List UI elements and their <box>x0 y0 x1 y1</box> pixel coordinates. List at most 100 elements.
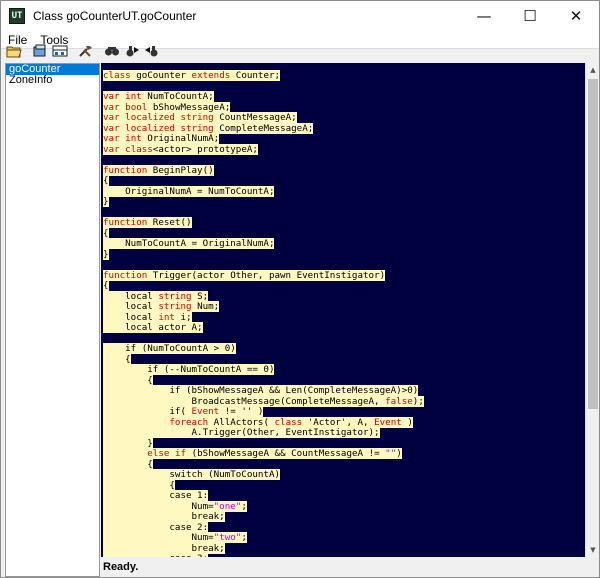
code-string: "" <box>385 448 397 459</box>
minimize-button[interactable]: — <box>461 1 507 31</box>
maximize-button[interactable]: ☐ <box>507 1 553 31</box>
code-token: Reset() <box>147 217 192 228</box>
close-button[interactable]: ✕ <box>553 1 599 31</box>
code-token: AllActors( <box>208 416 275 428</box>
code-keyword: string <box>180 122 214 134</box>
code-token: BroadcastMessage(CompleteMessageA, <box>103 395 386 407</box>
code-keyword: string <box>158 290 192 302</box>
code-keyword: function <box>103 269 148 281</box>
code-token: { <box>103 227 109 239</box>
find-button[interactable] <box>103 42 121 60</box>
find-prev-button[interactable] <box>143 42 161 60</box>
toolbar <box>1 41 599 61</box>
code-keyword: var <box>103 122 120 134</box>
code-keyword: localized <box>125 122 175 134</box>
scroll-down-icon[interactable]: ▼ <box>586 543 600 557</box>
code-token: Num= <box>103 532 214 543</box>
status-bar: Ready. <box>103 561 139 573</box>
code-editor[interactable]: class goCounter extends Counter; var int … <box>101 63 585 557</box>
code-token: OriginalNumA; <box>141 133 220 144</box>
code-keyword: var <box>103 143 120 155</box>
code-keyword: foreach <box>169 416 209 428</box>
code-token: <actor> prototypeA; <box>152 143 258 155</box>
app-icon: UT <box>9 8 25 24</box>
code-token: if (--NumToCountA == 0) <box>103 364 275 375</box>
code-keyword: function <box>103 164 148 176</box>
title-bar[interactable]: UT Class goCounterUT.goCounter — ☐ ✕ <box>1 1 599 31</box>
code-keyword: var <box>103 112 120 123</box>
code-token: CountMessageA; <box>213 112 297 123</box>
code-token: ) <box>396 448 402 459</box>
code-token: ) <box>401 416 413 428</box>
browse-classes-button[interactable] <box>51 42 69 60</box>
code-line: function Reset() <box>103 217 424 229</box>
code-line: if (NumToCountA > 0) <box>103 343 424 355</box>
code-text: class goCounter extends Counter; var int … <box>103 70 424 557</box>
code-keyword: int <box>125 133 142 144</box>
code-keyword: class <box>125 143 153 155</box>
find-next-button[interactable] <box>123 42 141 60</box>
code-token: bShowMessageA; <box>147 101 231 113</box>
code-token: A.Trigger(Other, EventInstigator); <box>103 427 380 438</box>
code-keyword: localized <box>125 112 175 123</box>
code-keyword: class <box>103 70 131 81</box>
code-string: "one" <box>213 500 242 512</box>
code-keyword: Event <box>191 406 220 417</box>
code-token: local <box>103 290 159 302</box>
code-keyword: false <box>385 395 413 407</box>
code-token: Trigger(actor Other, pawn EventInstigato… <box>147 269 386 281</box>
code-token: NumToCountA; <box>141 91 214 102</box>
code-token: { <box>103 458 153 470</box>
scroll-up-icon[interactable]: ▲ <box>586 63 600 77</box>
code-token: BeginPlay() <box>147 164 214 176</box>
code-token: ); <box>412 395 424 407</box>
code-line: } <box>103 248 424 261</box>
code-token: Num= <box>103 500 214 512</box>
code-token: { <box>103 374 153 386</box>
browse-classes-icon <box>52 45 68 57</box>
code-line: NumToCountA = OriginalNumA; <box>103 238 424 250</box>
code-line: var class<actor> prototypeA; <box>103 143 424 156</box>
find-prev-icon <box>145 46 158 57</box>
find-next-icon <box>126 46 139 57</box>
code-keyword: Event <box>374 416 402 428</box>
tools-icon <box>79 46 92 57</box>
tree-item-zoneinfo[interactable]: ZoneInfo <box>6 75 99 86</box>
code-keyword: if <box>174 448 187 459</box>
code-keyword: string <box>180 112 214 123</box>
code-token: 'Actor', A, <box>302 416 375 428</box>
code-token: OriginalNumA = NumToCountA; <box>103 185 275 197</box>
tools-button[interactable] <box>77 42 95 60</box>
code-keyword: int <box>158 311 175 323</box>
code-token: ; <box>241 532 247 543</box>
code-token: != '' ) <box>219 406 264 417</box>
code-keyword: class <box>274 416 303 428</box>
code-token: } <box>103 437 153 449</box>
code-token: { <box>103 479 175 491</box>
code-token: Num; <box>191 301 220 312</box>
code-token: CompleteMessageA; <box>213 122 314 134</box>
compile-button[interactable] <box>31 42 49 60</box>
code-token: local actor A; <box>103 322 203 333</box>
code-line: function Trigger(actor Other, pawn Event… <box>103 269 424 282</box>
vertical-scrollbar[interactable]: ▲ ▼ <box>585 63 599 557</box>
class-tree[interactable]: goCounter ZoneInfo <box>5 63 100 577</box>
code-token: local <box>103 311 159 323</box>
code-token: break; <box>103 542 225 554</box>
code-keyword: int <box>125 91 142 102</box>
code-token: { <box>103 353 131 365</box>
code-keyword: else <box>147 448 170 459</box>
code-token: S; <box>191 290 209 302</box>
code-token: } <box>103 248 109 260</box>
code-token: i; <box>174 311 192 323</box>
open-button[interactable] <box>5 42 23 60</box>
scrollbar-thumb[interactable] <box>588 79 598 409</box>
code-token: if (NumToCountA > 0) <box>103 343 236 354</box>
code-keyword: var <box>103 101 120 113</box>
code-keyword: extends <box>191 70 231 81</box>
code-token: case 1: <box>103 490 209 501</box>
code-token: goCounter <box>130 70 192 81</box>
window-title: Class goCounterUT.goCounter <box>33 9 197 23</box>
